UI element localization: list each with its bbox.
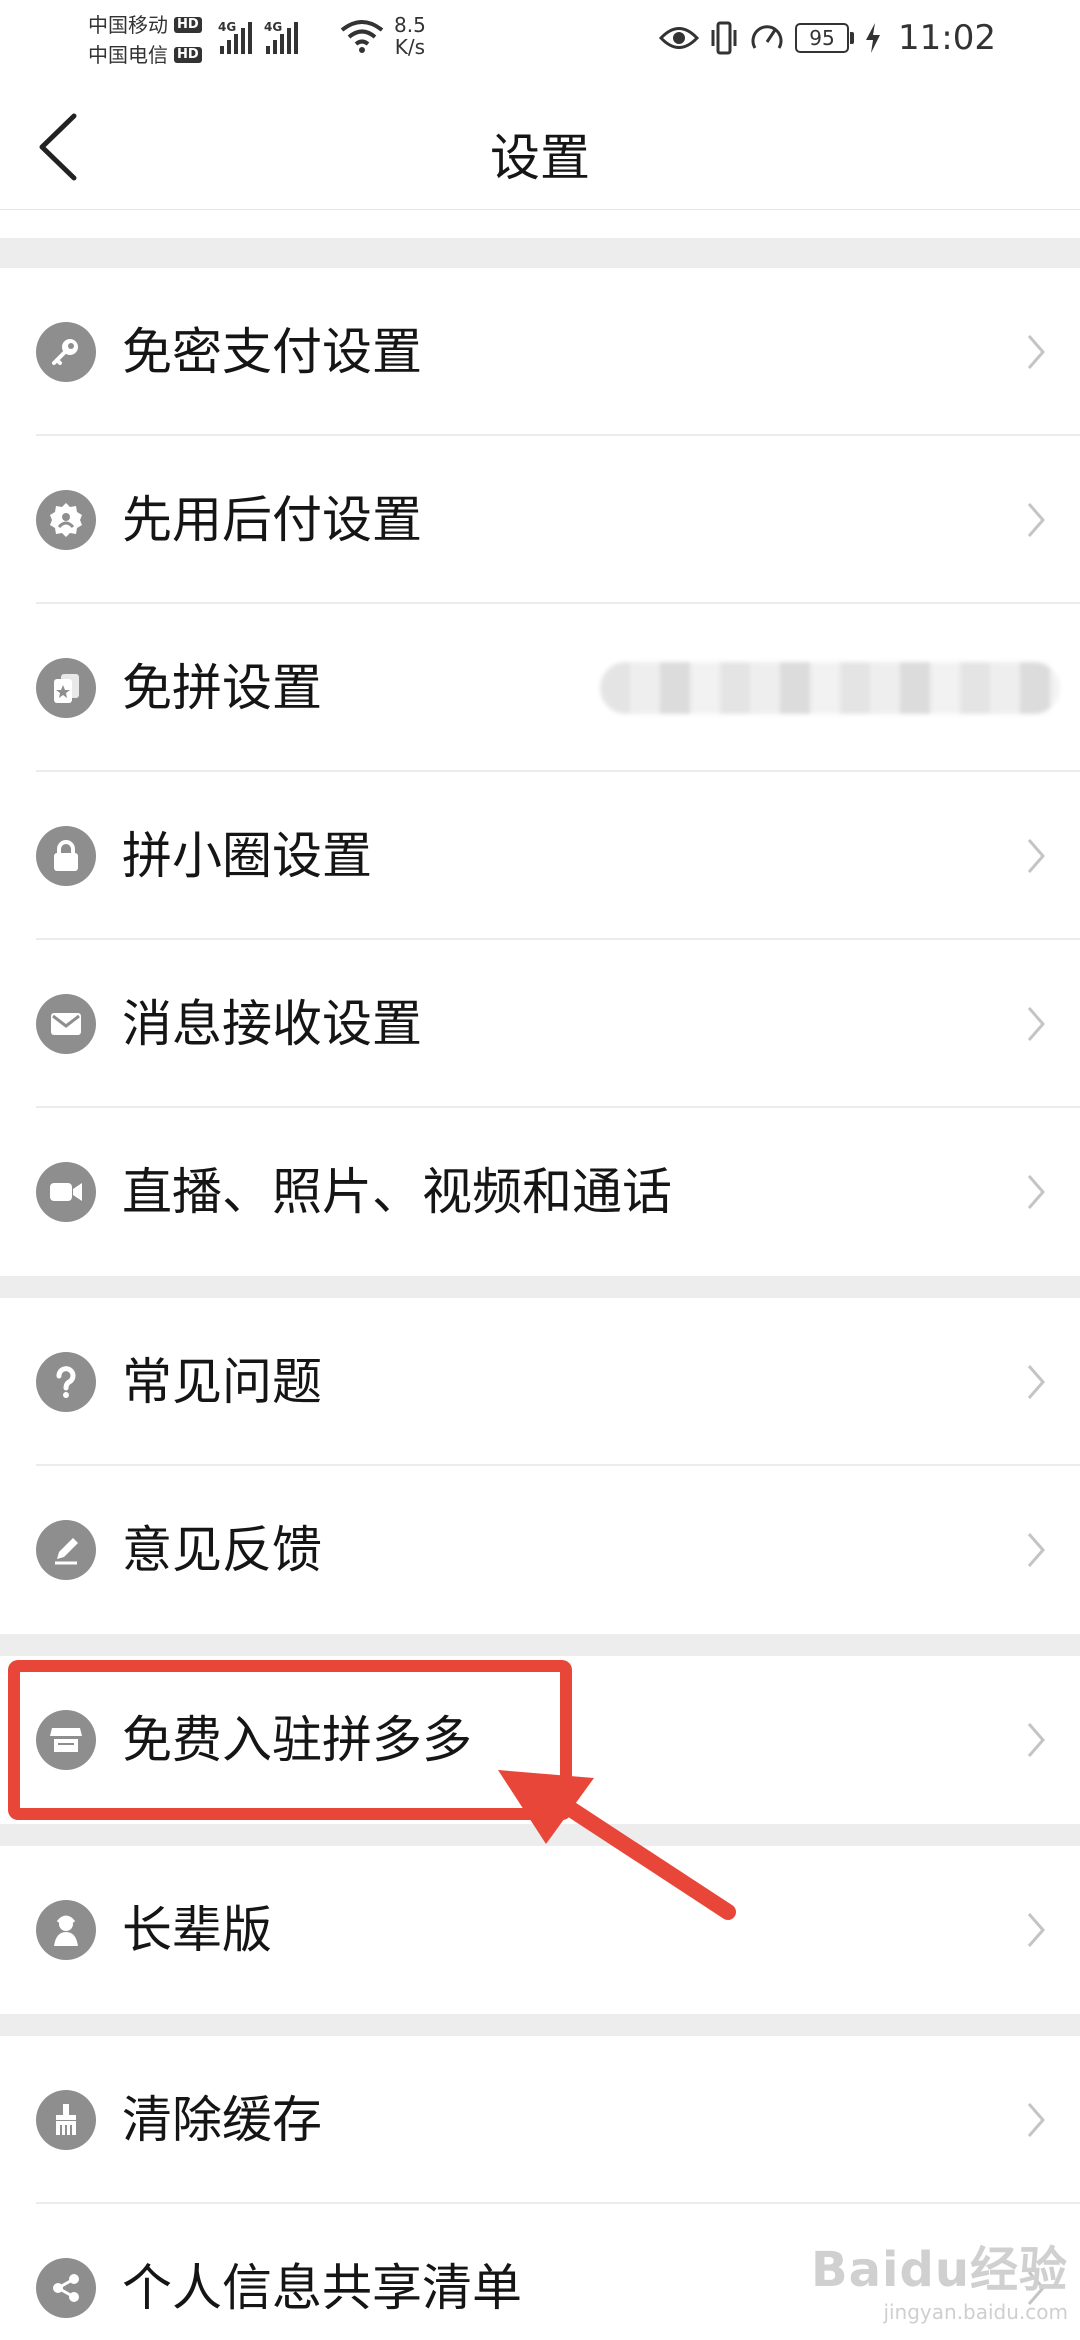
chevron-right-icon	[1027, 1723, 1045, 1757]
settings-list: 免密支付设置 先用后付设置 免拼设置 拼小圈设置 消息接收设置 直播、照片、视频…	[0, 210, 1080, 2340]
status-bar: 中国移动 HD 中国电信 HD 4G 4G 8.5 K/s 95 11:02	[0, 0, 1080, 82]
settings-item-pay-later[interactable]: 先用后付设置	[0, 436, 1080, 604]
chevron-right-icon	[1027, 1913, 1045, 1947]
mail-icon	[36, 994, 96, 1054]
settings-item-label: 直播、照片、视频和通话	[122, 1163, 672, 1221]
chevron-right-icon	[1027, 839, 1045, 873]
settings-item-friend-circle[interactable]: 拼小圈设置	[0, 772, 1080, 940]
question-icon	[36, 1352, 96, 1412]
settings-item-label: 免拼设置	[122, 659, 322, 717]
chevron-right-icon	[1027, 1175, 1045, 1209]
charging-icon	[866, 23, 881, 53]
battery-level: 95	[795, 23, 850, 53]
settings-item-label: 长辈版	[122, 1901, 272, 1959]
video-icon	[36, 1162, 96, 1222]
page-title: 设置	[490, 129, 590, 187]
signal-indicators: 4G 4G	[218, 20, 298, 54]
settings-item-label: 免费入驻拼多多	[122, 1711, 472, 1769]
network-speed: 8.5 K/s	[394, 14, 426, 58]
chevron-right-icon	[1027, 2103, 1045, 2137]
settings-item-elder-mode[interactable]: 长辈版	[0, 1846, 1080, 2014]
share-icon	[36, 2258, 96, 2318]
settings-item-feedback[interactable]: 意见反馈	[0, 1466, 1080, 1634]
nav-header: 设置	[0, 82, 1080, 210]
clock: 11:02	[898, 18, 996, 58]
speed-unit: K/s	[394, 35, 426, 59]
section-divider	[0, 238, 1080, 268]
chevron-right-icon	[1027, 335, 1045, 369]
lock-icon	[36, 826, 96, 886]
speedometer-icon	[751, 25, 783, 49]
settings-item-clear-cache[interactable]: 清除缓存	[0, 2036, 1080, 2204]
settings-item-label: 意见反馈	[122, 1521, 322, 1579]
chevron-right-icon	[1027, 503, 1045, 537]
section-divider	[0, 1276, 1080, 1298]
settings-item-skip-group[interactable]: 免拼设置	[0, 604, 1080, 772]
carrier-name-2: 中国电信	[88, 43, 168, 67]
watermark: Baidu经验 jingyan.baidu.com	[811, 2230, 1068, 2324]
vibrate-icon	[711, 21, 737, 55]
settings-item-label: 个人信息共享清单	[122, 2259, 522, 2317]
settings-item-faq[interactable]: 常见问题	[0, 1298, 1080, 1466]
speed-value: 8.5	[394, 13, 426, 37]
cards-icon	[36, 658, 96, 718]
watermark-url: jingyan.baidu.com	[883, 2300, 1068, 2324]
carrier-info: 中国移动 HD 中国电信 HD	[88, 10, 202, 70]
chevron-right-icon	[1027, 1007, 1045, 1041]
broom-icon	[36, 2090, 96, 2150]
hd-badge-1: HD	[174, 17, 202, 33]
eye-icon	[659, 27, 700, 49]
settings-item-label: 拼小圈设置	[122, 827, 372, 885]
hd-badge-2: HD	[174, 47, 202, 63]
section-divider	[0, 1824, 1080, 1846]
blurred-content	[600, 662, 1060, 714]
settings-item-label: 消息接收设置	[122, 995, 422, 1053]
store-icon	[36, 1710, 96, 1770]
settings-item-label: 常见问题	[122, 1353, 322, 1411]
settings-item-password-free-payment[interactable]: 免密支付设置	[0, 268, 1080, 436]
signal-icon-2: 4G	[264, 20, 298, 54]
chevron-right-icon	[1027, 1365, 1045, 1399]
settings-item-label: 免密支付设置	[122, 323, 422, 381]
settings-item-join-as-merchant[interactable]: 免费入驻拼多多	[0, 1656, 1080, 1824]
settings-item-live-photo-video-call[interactable]: 直播、照片、视频和通话	[0, 1108, 1080, 1276]
badge-icon	[36, 490, 96, 550]
network-type-1: 4G	[218, 20, 237, 34]
watermark-logo: Baidu经验	[811, 2242, 1068, 2298]
settings-item-message-receiving[interactable]: 消息接收设置	[0, 940, 1080, 1108]
wifi-icon	[340, 20, 384, 53]
network-type-2: 4G	[264, 20, 283, 34]
settings-item-label: 先用后付设置	[122, 491, 422, 549]
section-divider	[0, 2014, 1080, 2036]
settings-item-label: 清除缓存	[122, 2091, 322, 2149]
signal-icon: 4G	[218, 20, 252, 54]
elder-icon	[36, 1900, 96, 1960]
key-icon	[36, 322, 96, 382]
chevron-right-icon	[1027, 1533, 1045, 1567]
section-divider	[0, 1634, 1080, 1656]
battery-icon: 95	[795, 23, 855, 53]
carrier-name-1: 中国移动	[88, 13, 168, 37]
pencil-icon	[36, 1520, 96, 1580]
